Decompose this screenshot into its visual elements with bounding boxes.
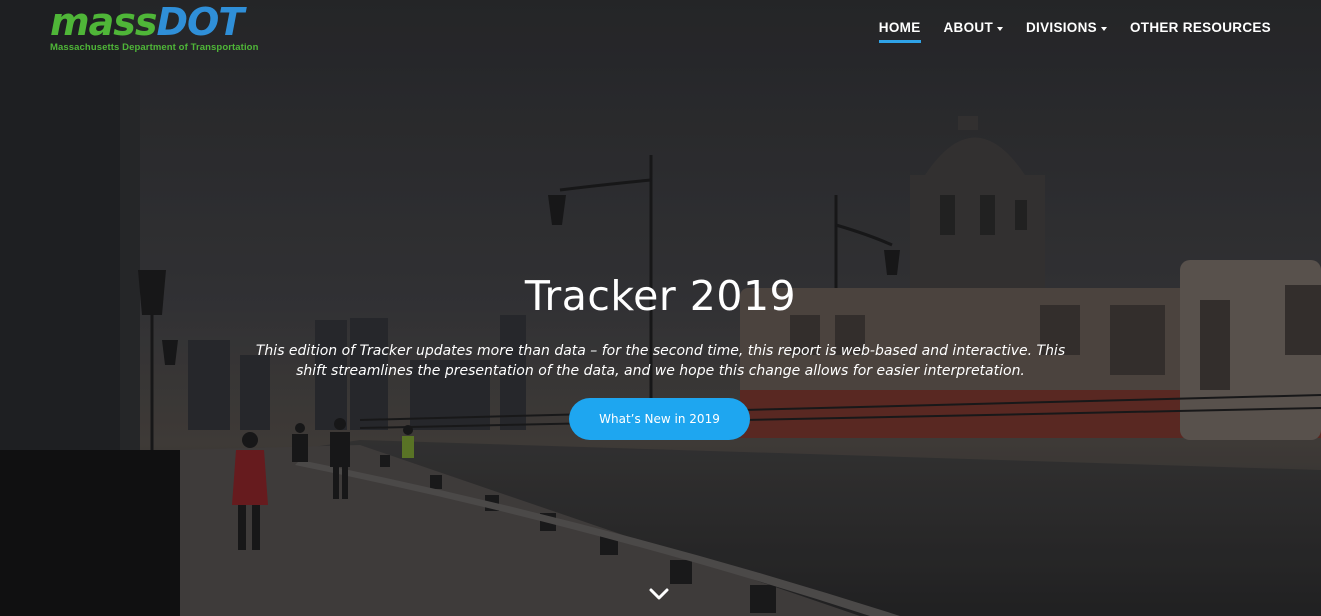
nav-item-about[interactable]: ABOUT (943, 20, 1003, 43)
massdot-logo[interactable]: massDOT Massachusetts Department of Tran… (50, 0, 270, 54)
nav-item-label: ABOUT (943, 20, 993, 35)
logo-word-mass: mass (50, 0, 157, 44)
hero-description: This edition of Tracker updates more tha… (255, 343, 1066, 379)
caret-down-icon (997, 27, 1003, 31)
nav-item-divisions[interactable]: DIVISIONS (1026, 20, 1107, 43)
nav-item-label: HOME (878, 20, 921, 35)
main-navigation: HOME ABOUT DIVISIONS OTHER RESOURCES (856, 20, 1271, 43)
caret-down-icon (1100, 27, 1107, 31)
hero-title: Tracker 2019 (524, 272, 797, 320)
nav-item-other-resources[interactable]: OTHER RESOURCES (1130, 20, 1271, 43)
whats-new-button[interactable]: What’s New in 2019 (569, 398, 750, 440)
nav-item-label: OTHER RESOURCES (1129, 20, 1271, 35)
nav-item-label: DIVISIONS (1026, 20, 1097, 35)
logo-subtitle: Massachusetts Department of Transportati… (50, 42, 259, 53)
logo-word-dot: DOT (156, 0, 244, 44)
logo-wordmark: massDOT (50, 0, 244, 44)
chevron-down-icon[interactable] (648, 586, 670, 602)
nav-item-home[interactable]: HOME (878, 20, 921, 43)
